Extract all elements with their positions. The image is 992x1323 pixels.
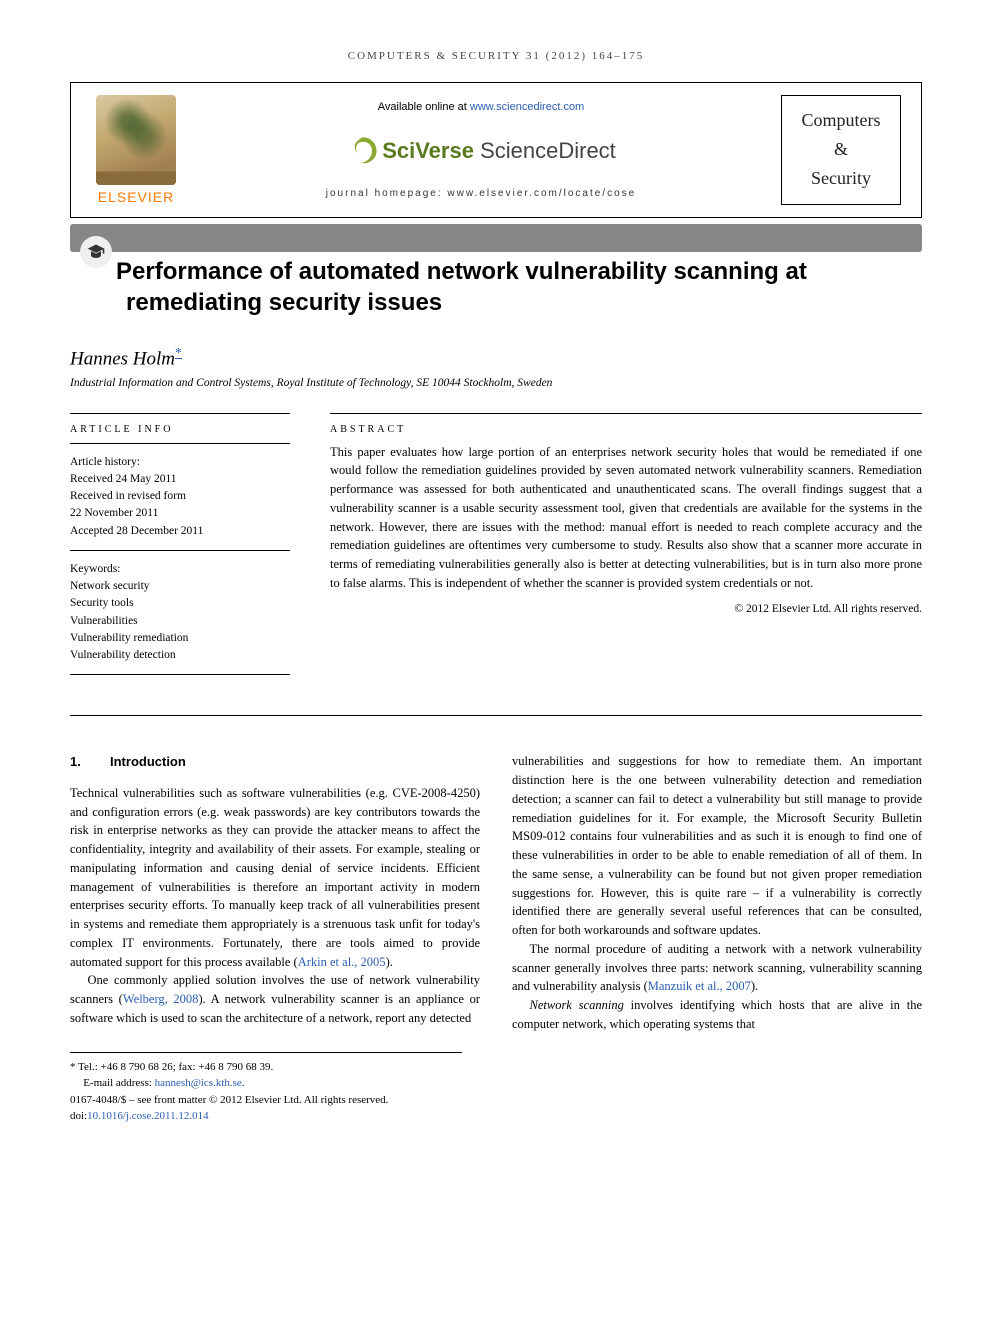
doi-line: doi:10.1016/j.cose.2011.12.014 <box>70 1108 462 1125</box>
corresponding-email: E-mail address: hannesh@ics.kth.se. <box>70 1075 462 1092</box>
available-prefix: Available online at <box>378 101 470 113</box>
body-paragraph: The normal procedure of auditing a netwo… <box>512 940 922 996</box>
email-link[interactable]: hannesh@ics.kth.se <box>155 1077 242 1089</box>
doi-link[interactable]: 10.1016/j.cose.2011.12.014 <box>87 1110 209 1122</box>
sciverse-logo: SciVerse ScienceDirect <box>346 134 616 168</box>
sciencedirect-link[interactable]: www.sciencedirect.com <box>470 101 584 113</box>
footnotes: * Tel.: +46 8 790 68 26; fax: +46 8 790 … <box>70 1052 462 1125</box>
paper-title: Performance of automated network vulnera… <box>70 256 922 318</box>
citation-link[interactable]: Welberg, 2008 <box>123 992 199 1006</box>
journal-homepage: journal homepage: www.elsevier.com/locat… <box>326 188 636 199</box>
issn-line: 0167-4048/$ – see front matter © 2012 El… <box>70 1092 462 1109</box>
keyword: Network security <box>70 578 290 595</box>
abstract-text: This paper evaluates how large portion o… <box>330 443 922 593</box>
body-paragraph: Technical vulnerabilities such as softwa… <box>70 784 480 972</box>
corresponding-author-link[interactable]: * <box>175 346 182 361</box>
keyword: Vulnerabilities <box>70 613 290 630</box>
body-paragraph: Network scanning involves identifying wh… <box>512 996 922 1034</box>
header-center: Available online at www.sciencedirect.co… <box>201 95 761 205</box>
affiliation: Industrial Information and Control Syste… <box>70 377 922 389</box>
body-text: 1.Introduction Technical vulnerabilities… <box>70 752 922 1033</box>
title-bar <box>70 224 922 252</box>
revised-label: Received in revised form <box>70 488 290 505</box>
sciverse-swirl-icon <box>346 134 380 168</box>
abstract-heading: ABSTRACT <box>330 413 922 443</box>
body-paragraph: One commonly applied solution involves t… <box>70 971 480 1027</box>
running-head: COMPUTERS & SECURITY 31 (2012) 164–175 <box>70 50 922 62</box>
author-name: Hannes Holm* <box>70 346 922 370</box>
section-heading: 1.Introduction <box>70 752 480 772</box>
citation-link[interactable]: Manzuik et al., 2007 <box>648 979 751 993</box>
divider <box>70 715 922 716</box>
article-history: Article history: Received 24 May 2011 Re… <box>70 444 290 551</box>
available-online: Available online at www.sciencedirect.co… <box>378 101 584 113</box>
keyword: Security tools <box>70 595 290 612</box>
citation-link[interactable]: Arkin et al., 2005 <box>298 955 386 969</box>
publisher-logo: ELSEVIER <box>91 95 181 205</box>
history-label: Article history: <box>70 454 290 471</box>
graduation-cap-icon <box>80 236 112 268</box>
article-info-heading: ARTICLE INFO <box>70 413 290 444</box>
article-info: ARTICLE INFO Article history: Received 2… <box>70 413 290 676</box>
elsevier-tree-icon <box>96 95 176 185</box>
emphasis: Network scanning <box>530 998 624 1012</box>
publisher-name: ELSEVIER <box>98 189 174 205</box>
journal-title-line2: & <box>786 135 896 164</box>
section-number: 1. <box>70 752 110 772</box>
journal-cover: Computers & Security <box>781 95 901 205</box>
journal-title-line1: Computers <box>786 106 896 135</box>
corresponding-tel: * Tel.: +46 8 790 68 26; fax: +46 8 790 … <box>70 1059 462 1076</box>
keyword: Vulnerability detection <box>70 647 290 664</box>
sciverse-wordmark: SciVerse ScienceDirect <box>382 138 616 164</box>
section-title: Introduction <box>110 754 186 769</box>
body-paragraph: vulnerabilities and suggestions for how … <box>512 752 922 940</box>
abstract: ABSTRACT This paper evaluates how large … <box>330 413 922 676</box>
revised-date: 22 November 2011 <box>70 505 290 522</box>
received-date: Received 24 May 2011 <box>70 471 290 488</box>
journal-header: ELSEVIER Available online at www.science… <box>70 82 922 218</box>
keyword: Vulnerability remediation <box>70 630 290 647</box>
journal-title-line3: Security <box>786 164 896 193</box>
keywords-label: Keywords: <box>70 561 290 578</box>
accepted-date: Accepted 28 December 2011 <box>70 523 290 540</box>
abstract-copyright: © 2012 Elsevier Ltd. All rights reserved… <box>330 603 922 615</box>
keywords-block: Keywords: Network security Security tool… <box>70 551 290 676</box>
